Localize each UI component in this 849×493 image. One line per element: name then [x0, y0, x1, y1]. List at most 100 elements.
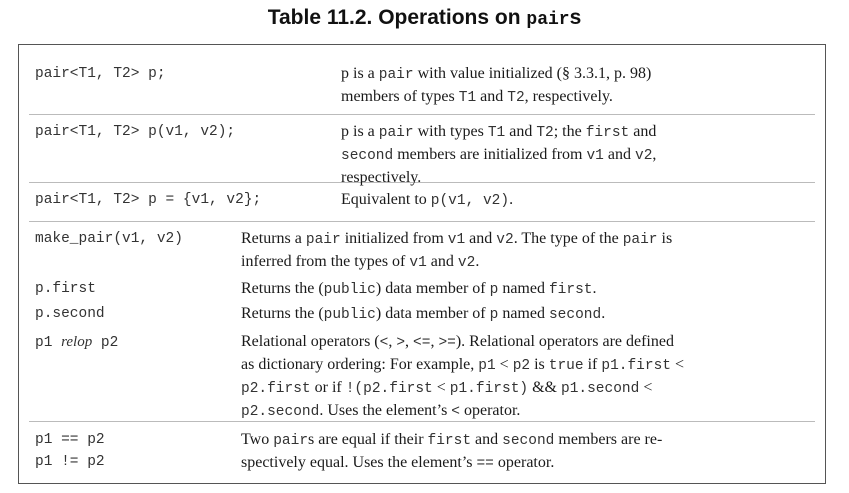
text-fragment: . — [592, 280, 597, 297]
code-line: p.first — [35, 281, 96, 297]
code-fragment: p1.first) — [449, 381, 529, 397]
text-fragment: if — [583, 356, 602, 373]
text-fragment: is a — [349, 123, 379, 140]
code-fragment: pair — [305, 232, 341, 248]
text-fragment: is — [530, 356, 549, 373]
code-fragment: second — [341, 148, 394, 164]
text-fragment: s are equal if their — [308, 431, 428, 448]
row-divider — [29, 221, 815, 222]
text-fragment: spectively equal. Uses the element’s — [241, 454, 477, 471]
text-fragment: . — [509, 191, 514, 208]
code-fragment: v2 — [496, 232, 514, 248]
text-fragment: p — [341, 65, 349, 82]
text-fragment: Returns the ( — [241, 305, 324, 322]
text-fragment: and — [476, 88, 508, 105]
text-fragment: , — [652, 146, 657, 163]
operation-description: Returns the (public) data member of p na… — [241, 303, 811, 326]
description-line: Returns the (public) data member of p na… — [241, 303, 811, 326]
text-fragment: named — [498, 305, 549, 322]
description-line: inferred from the types of v1 and v2. — [241, 251, 811, 274]
text-fragment: respectively. — [341, 169, 422, 186]
text-fragment: < — [639, 379, 653, 396]
code-fragment: p(v1, v2) — [430, 193, 510, 209]
text-fragment: and — [465, 230, 497, 247]
operation-code: p.first — [35, 278, 96, 300]
code-fragment: pair — [273, 433, 309, 449]
code-fragment: p2.first — [241, 381, 311, 397]
code-fragment: public — [323, 282, 376, 298]
description-line: p2.second. Uses the element’s < operator… — [241, 400, 811, 423]
code-fragment: == — [476, 456, 494, 472]
text-fragment: , respectively. — [524, 88, 613, 105]
code-fragment: v1 — [409, 255, 427, 271]
code-fragment: p1 — [35, 335, 62, 351]
text-fragment: members are initialized from — [393, 146, 587, 163]
text-fragment: or if — [310, 379, 346, 396]
operation-description: Returns a pair initialized from v1 and v… — [241, 228, 811, 274]
operation-code: pair<T1, T2> p = {v1, v2}; — [35, 189, 261, 211]
code-fragment: < — [451, 404, 460, 420]
description-line: second members are initialized from v1 a… — [341, 144, 811, 167]
code-fragment: >= — [438, 335, 456, 351]
operation-description: Two pairs are equal if their first and s… — [241, 429, 811, 475]
code-fragment: p — [489, 307, 499, 323]
text-fragment: Relational operators ( — [241, 333, 380, 350]
code-fragment: T1 — [487, 125, 506, 141]
code-fragment: p1 — [478, 358, 496, 374]
code-fragment: true — [548, 358, 584, 374]
text-fragment: is a — [349, 65, 379, 82]
code-fragment: <= — [413, 335, 431, 351]
text-fragment: ). Relational operators are defined — [455, 333, 674, 350]
text-fragment: is — [657, 230, 673, 247]
operation-code: p1 == p2 p1 != p2 — [35, 429, 105, 473]
description-line: spectively equal. Uses the element’s == … — [241, 452, 811, 475]
text-fragment: Equivalent to — [341, 191, 431, 208]
description-line: Equivalent to p(v1, v2). — [341, 189, 811, 212]
code-fragment: public — [323, 307, 376, 323]
description-line: p is a pair with types T1 and T2; the fi… — [341, 121, 811, 144]
text-fragment: and — [603, 146, 635, 163]
text-fragment: p — [341, 123, 349, 140]
code-fragment: !(p2.first — [345, 381, 433, 397]
text-fragment: and — [505, 123, 537, 140]
code-line: pair<T1, T2> p; — [35, 66, 166, 82]
code-line: make_pair(v1, v2) — [35, 231, 183, 247]
text-fragment: Two — [241, 431, 274, 448]
description-line: Returns a pair initialized from v1 and v… — [241, 228, 811, 251]
text-fragment: as dictionary ordering: For example, — [241, 356, 479, 373]
code-fragment: p — [489, 282, 499, 298]
table-title: Table 11.2. Operations on pairs — [0, 6, 849, 30]
description-line: Two pairs are equal if their first and s… — [241, 429, 811, 452]
code-fragment: p1.second — [561, 381, 640, 397]
code-fragment: first — [548, 282, 593, 298]
text-fragment: initialized from — [340, 230, 448, 247]
text-fragment: members are re- — [554, 431, 663, 448]
text-fragment: operator. — [460, 402, 521, 419]
text-fragment: . Uses the element’s — [319, 402, 452, 419]
text-fragment: ) data member of — [375, 280, 490, 297]
code-line: pair<T1, T2> p = {v1, v2}; — [35, 192, 262, 208]
text-fragment: < — [495, 356, 513, 373]
text-fragment: and — [426, 253, 458, 270]
text-fragment: . — [601, 305, 606, 322]
code-fragment: p2 — [92, 335, 119, 351]
text-fragment: . The type of the — [513, 230, 623, 247]
operation-code: pair<T1, T2> p(v1, v2); — [35, 121, 235, 143]
code-fragment: v1 — [447, 232, 466, 248]
text-fragment: < — [671, 356, 685, 373]
title-code: pair — [526, 10, 570, 30]
title-prefix: Table 11.2. Operations on — [267, 6, 527, 29]
text-fragment: Returns a — [241, 230, 306, 247]
text-fragment: and — [629, 123, 657, 140]
code-line: p1 != p2 — [35, 454, 105, 470]
description-line: Relational operators (<, >, <=, >=). Rel… — [241, 331, 811, 354]
operation-description: Relational operators (<, >, <=, >=). Rel… — [241, 331, 811, 423]
code-fragment: second — [548, 307, 602, 323]
description-line: as dictionary ordering: For example, p1 … — [241, 354, 811, 377]
text-fragment: ) data member of — [375, 305, 490, 322]
operation-description: Equivalent to p(v1, v2). — [341, 189, 811, 212]
description-line: p is a pair with value initialized (§ 3.… — [341, 63, 811, 86]
code-fragment: v1 — [586, 148, 604, 164]
code-fragment: first — [585, 125, 630, 141]
text-fragment: , — [405, 333, 414, 350]
